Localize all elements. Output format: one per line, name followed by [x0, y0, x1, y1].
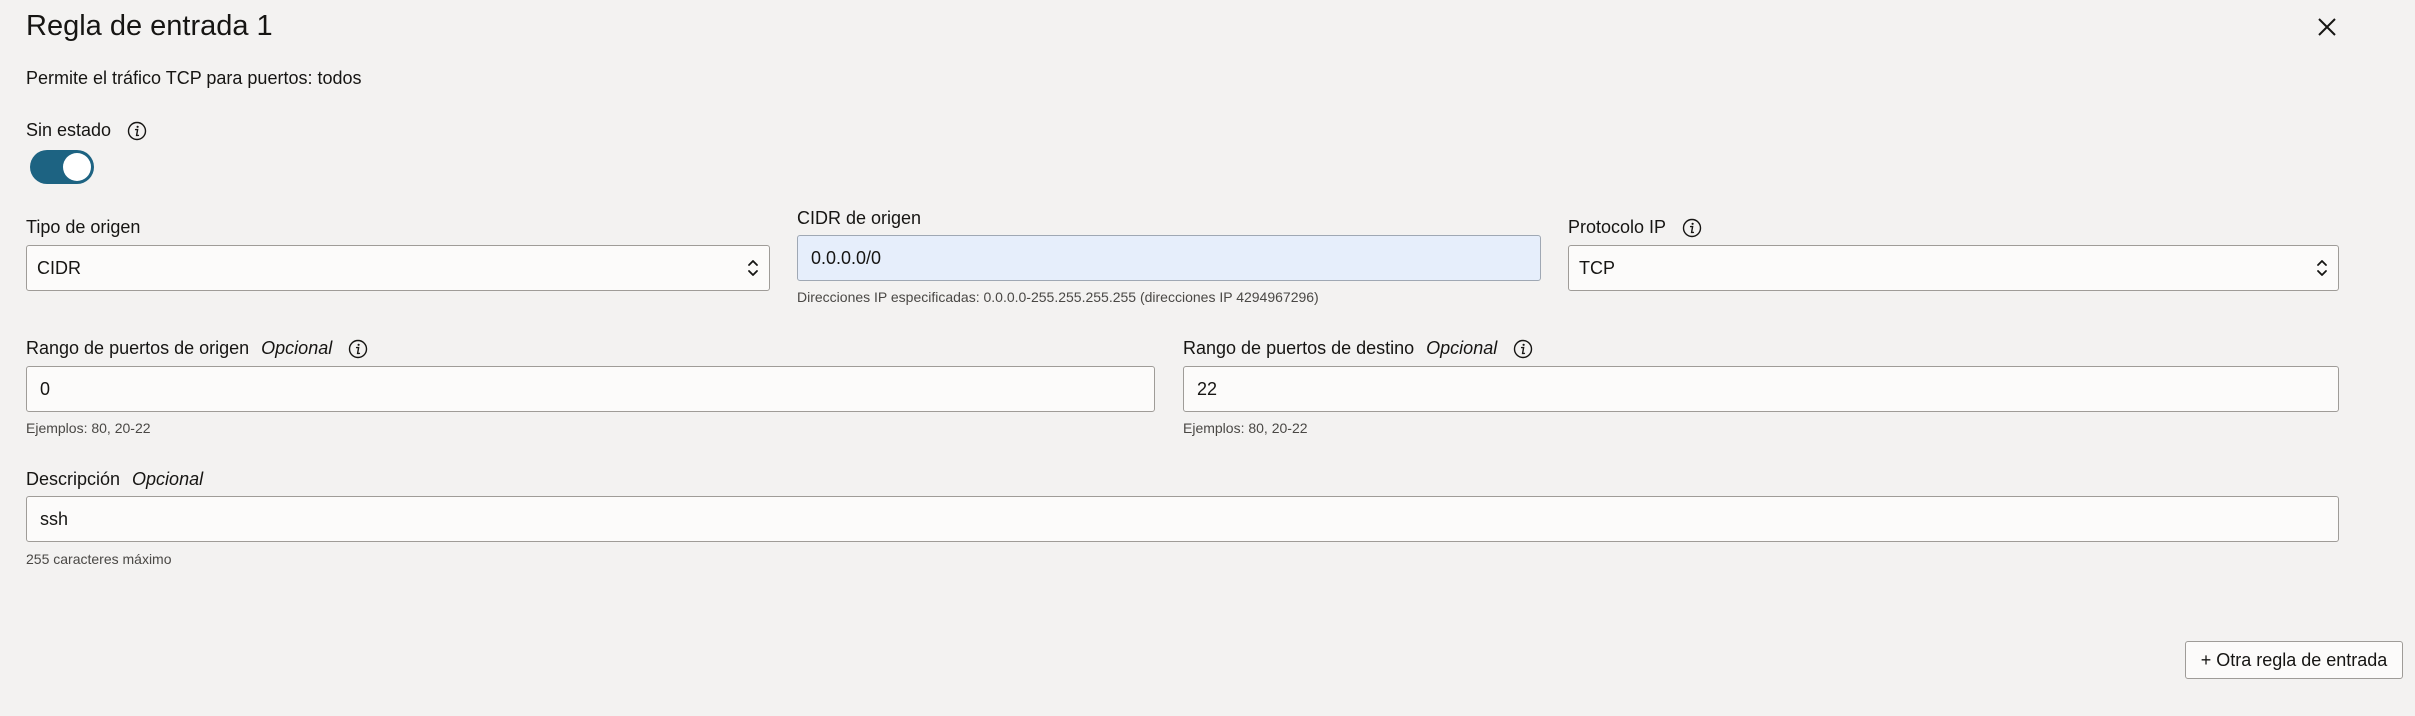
close-button[interactable] [2310, 10, 2344, 44]
source-port-label: Rango de puertos de origen [26, 338, 250, 358]
toggle-knob [63, 153, 91, 181]
dest-port-label: Rango de puertos de destino [1183, 338, 1415, 358]
add-ingress-rule-button[interactable]: + Otra regla de entrada [2185, 641, 2403, 679]
info-icon[interactable] [1513, 339, 1533, 359]
source-type-value: CIDR [37, 257, 81, 278]
source-port-label-row: Rango de puertos de origen Opcional [26, 338, 368, 359]
source-type-label: Tipo de origen [26, 217, 141, 237]
source-cidr-hint: Direcciones IP especificadas: 0.0.0.0-25… [797, 289, 1319, 305]
ip-protocol-label: Protocolo IP [1568, 217, 1667, 237]
source-port-input[interactable]: 0 [26, 366, 1155, 412]
source-cidr-label: CIDR de origen [797, 208, 922, 228]
ip-protocol-value: TCP [1579, 257, 1615, 278]
chevron-updown-icon [748, 260, 758, 276]
ip-protocol-label-row: Protocolo IP [1568, 217, 1702, 238]
optional-tag: Opcional [261, 338, 333, 358]
dest-port-hint: Ejemplos: 80, 20-22 [1183, 420, 1308, 436]
stateless-label: Sin estado [26, 120, 112, 140]
rule-summary: Permite el tráfico TCP para puertos: tod… [26, 68, 362, 88]
dest-port-value: 22 [1197, 378, 1218, 399]
description-label-row: Descripción Opcional [26, 469, 203, 490]
description-label: Descripción [26, 469, 121, 489]
info-icon[interactable] [348, 339, 368, 359]
chevron-updown-icon [2317, 260, 2327, 276]
ip-protocol-select[interactable]: TCP [1568, 245, 2339, 291]
source-cidr-input[interactable]: 0.0.0.0/0 [797, 235, 1541, 281]
info-icon[interactable] [127, 121, 147, 141]
description-input[interactable]: ssh [26, 496, 2339, 542]
source-cidr-value: 0.0.0.0/0 [811, 247, 882, 268]
dest-port-label-row: Rango de puertos de destino Opcional [1183, 338, 1533, 359]
dest-port-input[interactable]: 22 [1183, 366, 2339, 412]
close-icon [2318, 18, 2336, 36]
description-value: ssh [40, 508, 69, 529]
description-hint: 255 caracteres máximo [26, 551, 172, 567]
optional-tag: Opcional [132, 469, 204, 489]
source-type-select[interactable]: CIDR [26, 245, 770, 291]
source-port-hint: Ejemplos: 80, 20-22 [26, 420, 151, 436]
info-icon[interactable] [1682, 218, 1702, 238]
optional-tag: Opcional [1426, 338, 1498, 358]
stateless-toggle[interactable] [30, 150, 94, 184]
dialog-title: Regla de entrada 1 [26, 10, 273, 42]
source-port-value: 0 [40, 378, 51, 399]
stateless-label-row: Sin estado [26, 120, 147, 141]
